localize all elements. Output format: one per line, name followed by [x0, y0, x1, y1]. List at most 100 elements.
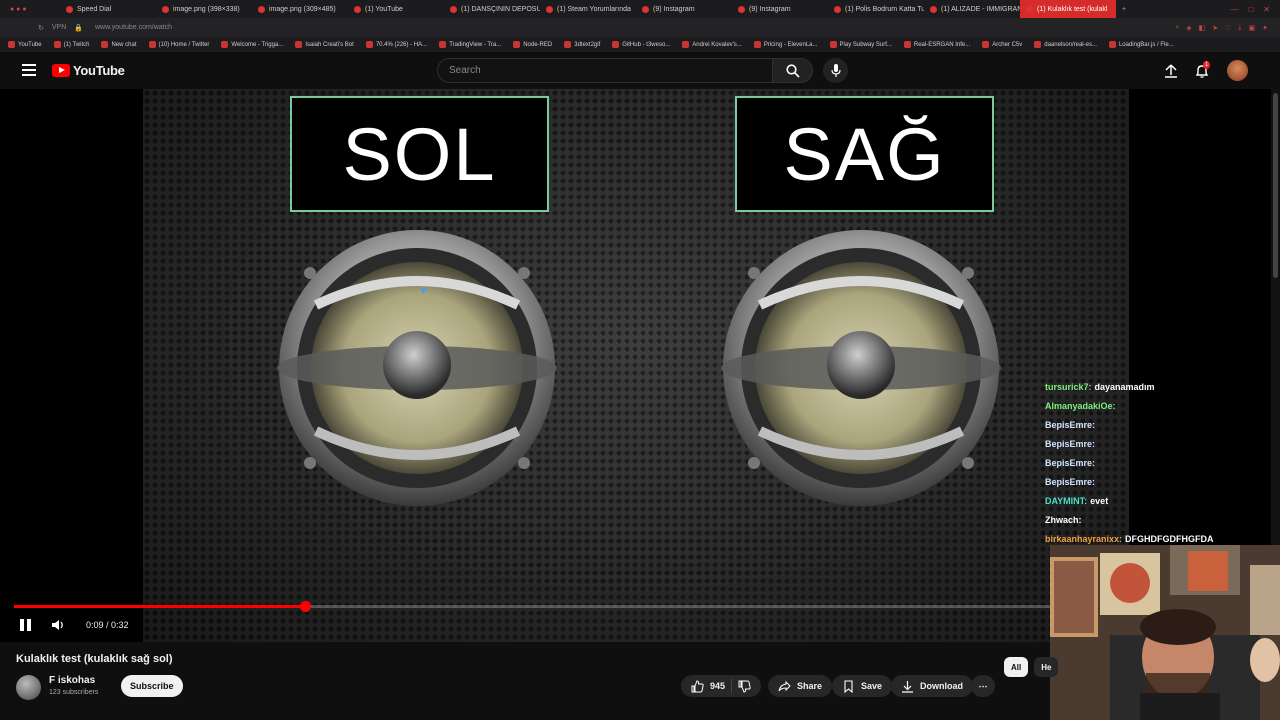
ai-icon[interactable]: ✦ [1262, 24, 1268, 32]
bookmark-item[interactable]: Pricing - ElevenLa... [753, 41, 818, 48]
bookmark-item[interactable]: 3dtext2gif [564, 41, 600, 48]
browser-tab[interactable]: (1) ALIZADE - IMMIGRANT [924, 0, 1020, 18]
bookmark-label: Andrei Kovalev's... [692, 41, 742, 48]
bookmark-label: Isaiah Creati's Bot [305, 41, 354, 48]
user-avatar[interactable] [1227, 60, 1248, 81]
browser-tab[interactable]: (1) YouTube [348, 0, 444, 18]
reload-icon[interactable]: ↻ [38, 24, 44, 32]
bookmark-favicon-icon [101, 41, 109, 48]
upload-icon[interactable] [1163, 63, 1179, 79]
scrollbar-thumb[interactable] [1273, 93, 1278, 278]
vpn-badge[interactable]: VPN [52, 24, 66, 32]
bookmark-favicon-icon [148, 41, 156, 48]
browser-tab[interactable]: (1) DANSÇININ DEPOSUN [444, 0, 540, 18]
video-frame[interactable]: SOL SAĞ [143, 89, 1129, 642]
bookmark-favicon-icon [221, 41, 229, 48]
bookmark-item[interactable]: (1) Twitch [53, 41, 89, 48]
chat-message: tursurick7: dayanamadım [1045, 378, 1271, 397]
heart-icon[interactable]: ♡ [1225, 24, 1231, 32]
bookmark-item[interactable]: Archer C5v [982, 41, 1022, 48]
chip-all[interactable]: All [1004, 657, 1029, 677]
tab-label: (1) ALIZADE - IMMIGRANT [941, 5, 1020, 13]
browser-tab[interactable]: image.png (309×485) [252, 0, 348, 18]
bookmark-item[interactable]: daanelson/real-es... [1034, 41, 1097, 48]
thumbs-down-icon[interactable] [738, 680, 751, 693]
bookmark-item[interactable]: Real-ESRGAN Infe... [903, 41, 970, 48]
browser-tab-bar: ● ● ● Speed Dial image.png (398×338) image… [0, 0, 1280, 18]
hamburger-menu-icon[interactable] [22, 64, 36, 76]
save-button[interactable]: Save [832, 675, 893, 697]
bookmark-item[interactable]: Isaiah Creati's Bot [295, 41, 354, 48]
volume-icon[interactable] [51, 618, 65, 632]
bookmark-item[interactable]: (10) Home / Twitter [148, 41, 209, 48]
minimize-icon[interactable]: — [1230, 5, 1238, 14]
url-field[interactable]: www.youtube.com/watch [95, 24, 172, 31]
share-button[interactable]: Share [768, 675, 833, 697]
address-bar: ↻ VPN 🔒 www.youtube.com/watch ⌕ ◈ ◧ ➤ ♡ … [0, 18, 1280, 37]
browser-tab[interactable]: Speed Dial [60, 0, 156, 18]
bookmark-label: 70.4% (226) - HA... [375, 41, 428, 48]
shield-icon[interactable]: ◈ [1186, 24, 1191, 32]
channel-avatar[interactable] [16, 675, 41, 700]
like-dislike-group: 945 [681, 675, 762, 697]
zoom-icon[interactable]: ⌕ [1175, 24, 1179, 32]
browser-tab[interactable]: (9) Instagram [636, 0, 732, 18]
tab-label: Speed Dial [77, 5, 112, 13]
pause-button[interactable] [20, 619, 32, 631]
youtube-logo[interactable]: YouTube [52, 63, 125, 78]
tab-label: (9) Instagram [749, 5, 791, 13]
progress-handle[interactable] [300, 601, 312, 612]
bookmark-item[interactable]: LoadingBar.js / Fle... [1108, 41, 1174, 48]
bookmark-favicon-icon [1108, 41, 1116, 48]
bookmark-item[interactable]: New chat [101, 41, 137, 48]
download-icon[interactable]: ⤓ [1238, 24, 1241, 32]
channel-name[interactable]: F iskohas [49, 675, 95, 686]
camera-icon[interactable]: ◧ [1199, 24, 1206, 32]
chat-username: BepisEmre: [1045, 439, 1096, 449]
more-actions-button[interactable]: ⋯ [971, 675, 995, 697]
left-channel-label: SOL [290, 96, 549, 212]
bookmark-item[interactable]: 70.4% (226) - HA... [365, 41, 428, 48]
tab-strip: Speed Dial image.png (398×338) image.png (… [60, 0, 1116, 18]
bookmark-item[interactable]: Node-RED [513, 41, 552, 48]
thumbs-up-icon[interactable] [691, 679, 704, 693]
window-controls: — □ ✕ [1230, 5, 1280, 14]
voice-search-button[interactable] [823, 58, 848, 83]
chip-next[interactable]: He [1034, 657, 1059, 677]
subscribe-button[interactable]: Subscribe [121, 675, 183, 697]
maximize-icon[interactable]: □ [1248, 5, 1253, 14]
search-input[interactable] [438, 59, 772, 82]
bookmark-item[interactable]: Play Subway Surf... [829, 41, 892, 48]
chat-text: evet [1090, 496, 1109, 506]
bookmark-item[interactable]: Andrei Kovalev's... [682, 41, 742, 48]
browser-tab[interactable]: (1) Polis Bodrum Katta Tut [828, 0, 924, 18]
browser-tab[interactable]: (1) Kulaklık test (kulakl [1020, 0, 1116, 18]
send-icon[interactable]: ➤ [1212, 24, 1218, 32]
browser-tab[interactable]: image.png (398×338) [156, 0, 252, 18]
like-count[interactable]: 945 [710, 681, 725, 691]
close-icon[interactable]: ✕ [1263, 5, 1270, 14]
progress-bar[interactable] [14, 601, 1050, 612]
logo-text: YouTube [73, 63, 125, 78]
browser-tab[interactable]: (9) Instagram [732, 0, 828, 18]
webcam-overlay [1050, 545, 1280, 720]
bookmark-item[interactable]: TradingView - Tra... [439, 41, 501, 48]
bookmark-favicon-icon [612, 41, 620, 48]
browser-tab[interactable]: (1) Steam Yorumlarında [540, 0, 636, 18]
bookmark-item[interactable]: GitHub - t3weso... [612, 41, 670, 48]
chat-message: BepisEmre: [1045, 416, 1271, 435]
tab-favicon-icon [258, 5, 265, 13]
chat-username: BepisEmre: [1045, 420, 1096, 430]
microphone-icon [830, 64, 841, 77]
chat-username: BepisEmre: [1045, 477, 1096, 487]
bookmark-item[interactable]: YouTube [8, 41, 42, 48]
search-button[interactable] [772, 58, 813, 83]
save-label: Save [861, 681, 883, 691]
search-box [437, 58, 773, 83]
wallet-icon[interactable]: ▣ [1249, 24, 1256, 32]
share-label: Share [797, 681, 823, 691]
new-tab-button[interactable]: + [1116, 6, 1132, 13]
related-filter-chips: All He [1004, 657, 1059, 677]
bookmark-item[interactable]: Welcome - Trigga... [221, 41, 283, 48]
download-button[interactable]: Download [891, 675, 973, 697]
